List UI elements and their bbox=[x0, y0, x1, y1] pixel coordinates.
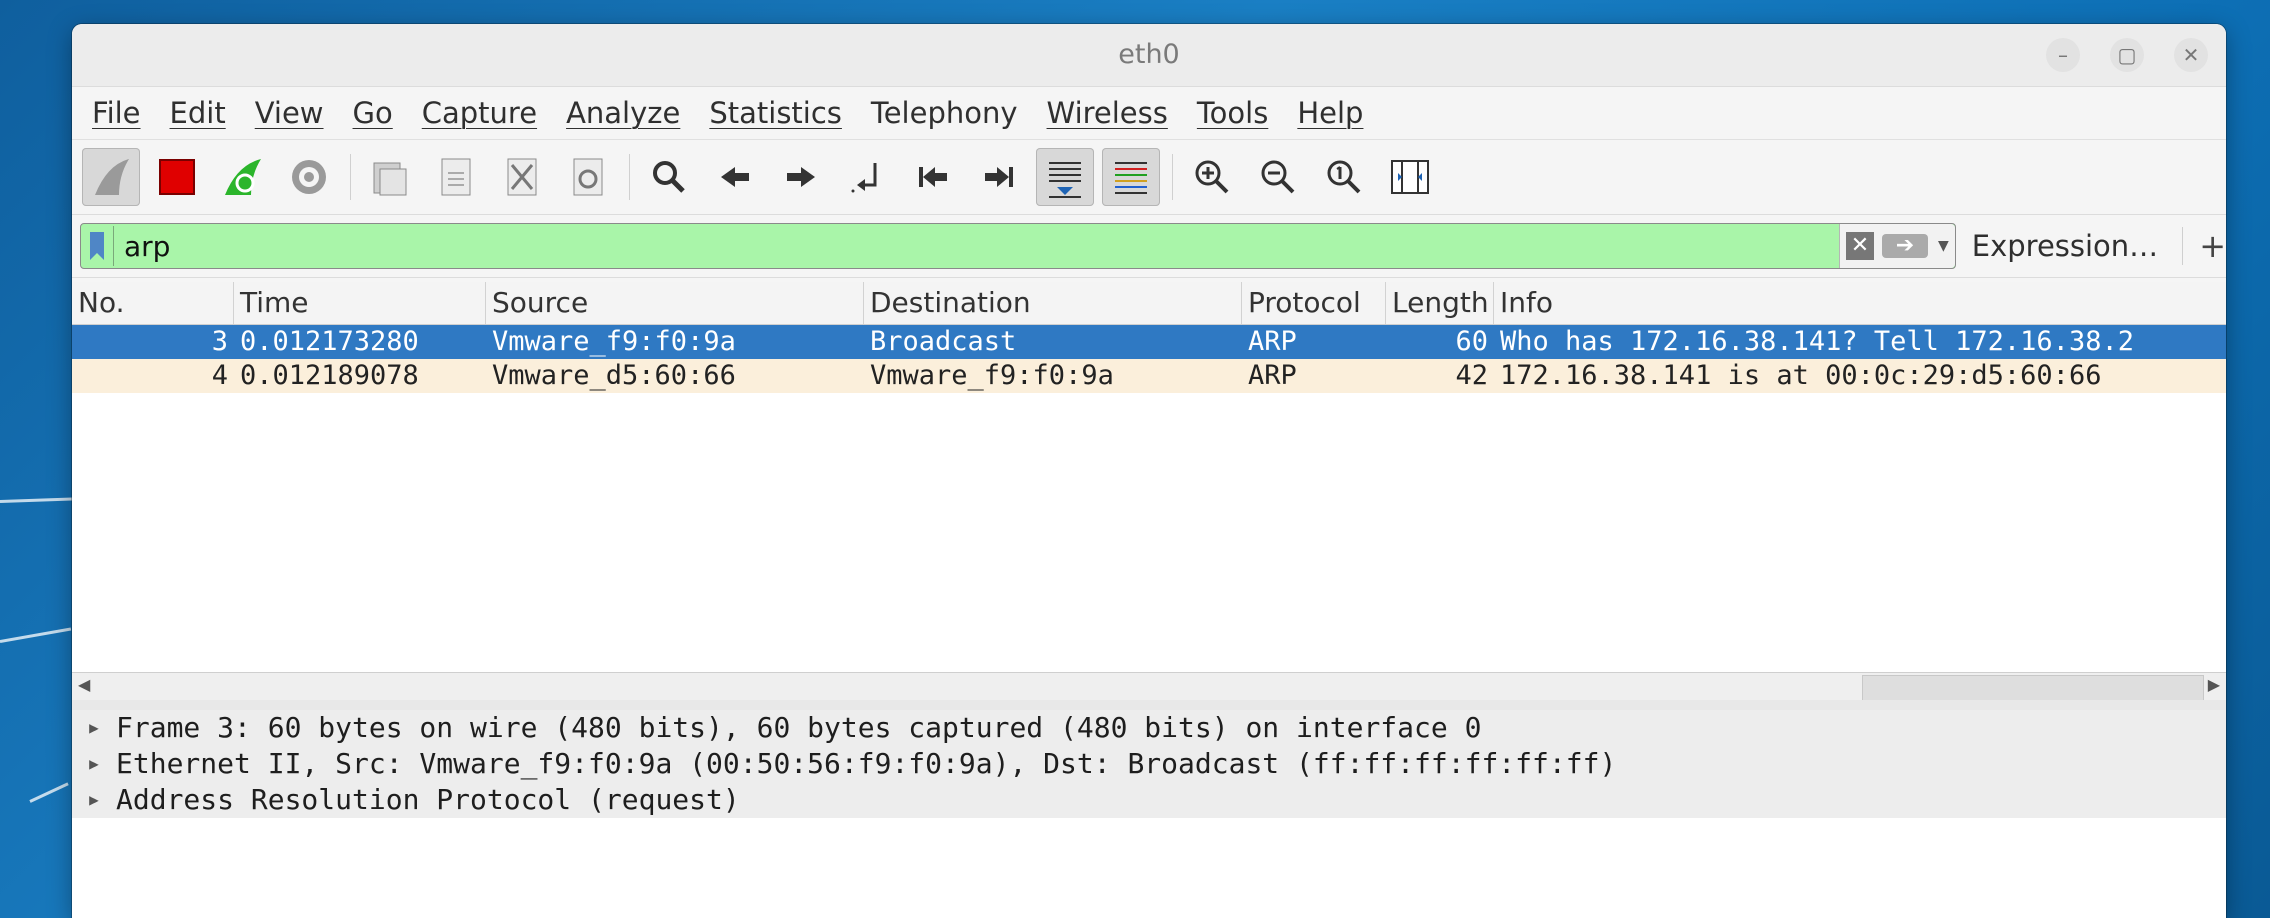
packet-source: Vmware_f9:f0:9a bbox=[492, 326, 736, 357]
auto-scroll-icon[interactable] bbox=[1036, 148, 1094, 206]
toolbar-separator bbox=[629, 154, 630, 200]
zoom-in-icon[interactable] bbox=[1183, 148, 1241, 206]
maximize-button[interactable]: ▢ bbox=[2110, 38, 2144, 72]
wallpaper-streak bbox=[0, 627, 72, 643]
packet-no: 3 bbox=[211, 326, 228, 357]
zoom-out-icon[interactable] bbox=[1249, 148, 1307, 206]
pane-splitter[interactable] bbox=[72, 700, 2226, 710]
minimize-button[interactable]: – bbox=[2046, 38, 2080, 72]
expression-button[interactable]: Expression… bbox=[1972, 229, 2158, 263]
display-filter-input[interactable] bbox=[122, 228, 1826, 264]
main-toolbar bbox=[72, 140, 2226, 215]
display-filter-bar: ✕ ➔ ▼ Expression… + bbox=[72, 215, 2226, 278]
start-capture-icon[interactable] bbox=[82, 148, 140, 206]
wireshark-window: eth0 – ▢ ✕ File Edit View Go Capture Ana… bbox=[72, 24, 2226, 918]
filter-controls: ✕ ➔ ▼ bbox=[1838, 224, 1955, 268]
colorize-icon[interactable] bbox=[1102, 148, 1160, 206]
filter-dropdown-icon[interactable]: ▼ bbox=[1938, 238, 1949, 254]
menu-file[interactable]: File bbox=[92, 96, 141, 130]
menu-help[interactable]: Help bbox=[1297, 96, 1363, 130]
packet-no: 4 bbox=[211, 360, 228, 391]
packet-list-header: No. Time Source Destination Protocol Len… bbox=[72, 282, 2226, 325]
detail-row-arp[interactable]: ▶ Address Resolution Protocol (request) bbox=[72, 782, 2226, 818]
packet-info: Who has 172.16.38.141? Tell 172.16.38.2 bbox=[1500, 326, 2134, 357]
resize-columns-icon[interactable] bbox=[1381, 148, 1439, 206]
packet-source: Vmware_d5:60:66 bbox=[492, 360, 736, 391]
menu-edit[interactable]: Edit bbox=[170, 96, 226, 130]
column-header-no[interactable]: No. bbox=[72, 282, 234, 324]
close-file-icon[interactable] bbox=[493, 148, 551, 206]
toolbar-separator bbox=[1172, 154, 1173, 200]
go-forward-icon[interactable] bbox=[772, 148, 830, 206]
close-button[interactable]: ✕ bbox=[2174, 38, 2208, 72]
scroll-right-icon[interactable]: ▶ bbox=[2208, 675, 2220, 694]
restart-capture-icon[interactable] bbox=[214, 148, 272, 206]
column-header-destination[interactable]: Destination bbox=[864, 282, 1242, 324]
add-filter-button[interactable]: + bbox=[2182, 227, 2226, 265]
normal-size-icon[interactable] bbox=[1315, 148, 1373, 206]
go-to-packet-icon[interactable] bbox=[838, 148, 896, 206]
packet-list: No. Time Source Destination Protocol Len… bbox=[72, 282, 2226, 672]
wallpaper-streak bbox=[29, 782, 69, 803]
find-packet-icon[interactable] bbox=[640, 148, 698, 206]
packet-length: 60 bbox=[1455, 326, 1488, 357]
column-header-length[interactable]: Length bbox=[1386, 282, 1494, 324]
packet-time: 0.012189078 bbox=[240, 360, 419, 391]
packet-row[interactable]: 4 0.012189078 Vmware_d5:60:66 Vmware_f9:… bbox=[72, 359, 2226, 393]
detail-text: Address Resolution Protocol (request) bbox=[116, 783, 740, 816]
expand-icon[interactable]: ▶ bbox=[72, 710, 116, 746]
packet-time: 0.012173280 bbox=[240, 326, 419, 357]
window-title: eth0 bbox=[1118, 39, 1180, 70]
menu-capture[interactable]: Capture bbox=[422, 96, 537, 130]
scrollbar-thumb[interactable] bbox=[1862, 675, 2204, 701]
column-header-time[interactable]: Time bbox=[234, 282, 486, 324]
column-header-info[interactable]: Info bbox=[1494, 282, 2226, 324]
reload-file-icon[interactable] bbox=[559, 148, 617, 206]
packet-protocol: ARP bbox=[1248, 326, 1297, 357]
horizontal-scrollbar[interactable]: ◀ ▶ bbox=[72, 672, 2226, 702]
column-header-source[interactable]: Source bbox=[486, 282, 864, 324]
open-file-icon[interactable] bbox=[361, 148, 419, 206]
packet-length: 42 bbox=[1455, 360, 1488, 391]
detail-text: Ethernet II, Src: Vmware_f9:f0:9a (00:50… bbox=[116, 747, 1617, 780]
scroll-left-icon[interactable]: ◀ bbox=[78, 675, 90, 694]
last-packet-icon[interactable] bbox=[970, 148, 1028, 206]
menu-view[interactable]: View bbox=[255, 96, 324, 130]
menu-wireless[interactable]: Wireless bbox=[1047, 96, 1168, 130]
menu-bar: File Edit View Go Capture Analyze Statis… bbox=[72, 87, 2226, 140]
wallpaper-streak bbox=[0, 497, 73, 503]
bookmark-icon[interactable] bbox=[81, 226, 114, 266]
packet-destination: Vmware_f9:f0:9a bbox=[870, 360, 1114, 391]
column-header-protocol[interactable]: Protocol bbox=[1242, 282, 1386, 324]
packet-destination: Broadcast bbox=[870, 326, 1017, 357]
menu-telephony[interactable]: Telephony bbox=[871, 96, 1018, 130]
menu-statistics[interactable]: Statistics bbox=[709, 96, 842, 130]
first-packet-icon[interactable] bbox=[904, 148, 962, 206]
title-bar[interactable]: eth0 – ▢ ✕ bbox=[72, 24, 2226, 87]
packet-protocol: ARP bbox=[1248, 360, 1297, 391]
menu-analyze[interactable]: Analyze bbox=[566, 96, 680, 130]
toolbar-separator bbox=[350, 154, 351, 200]
apply-filter-icon[interactable]: ➔ bbox=[1881, 234, 1928, 258]
detail-text: Frame 3: 60 bytes on wire (480 bits), 60… bbox=[116, 711, 1482, 744]
expand-icon[interactable]: ▶ bbox=[72, 782, 116, 818]
go-back-icon[interactable] bbox=[706, 148, 764, 206]
stop-capture-icon[interactable] bbox=[148, 148, 206, 206]
packet-info: 172.16.38.141 is at 00:0c:29:d5:60:66 bbox=[1500, 360, 2102, 391]
save-file-icon[interactable] bbox=[427, 148, 485, 206]
packet-details: ▶ Frame 3: 60 bytes on wire (480 bits), … bbox=[72, 710, 2226, 918]
display-filter: ✕ ➔ ▼ bbox=[80, 223, 1956, 269]
clear-filter-icon[interactable]: ✕ bbox=[1845, 232, 1874, 260]
detail-row-frame[interactable]: ▶ Frame 3: 60 bytes on wire (480 bits), … bbox=[72, 710, 2226, 746]
detail-row-ethernet[interactable]: ▶ Ethernet II, Src: Vmware_f9:f0:9a (00:… bbox=[72, 746, 2226, 782]
packet-row[interactable]: 3 0.012173280 Vmware_f9:f0:9a Broadcast … bbox=[72, 325, 2226, 359]
expand-icon[interactable]: ▶ bbox=[72, 746, 116, 782]
capture-options-icon[interactable] bbox=[280, 148, 338, 206]
menu-go[interactable]: Go bbox=[353, 96, 393, 130]
menu-tools[interactable]: Tools bbox=[1197, 96, 1268, 130]
